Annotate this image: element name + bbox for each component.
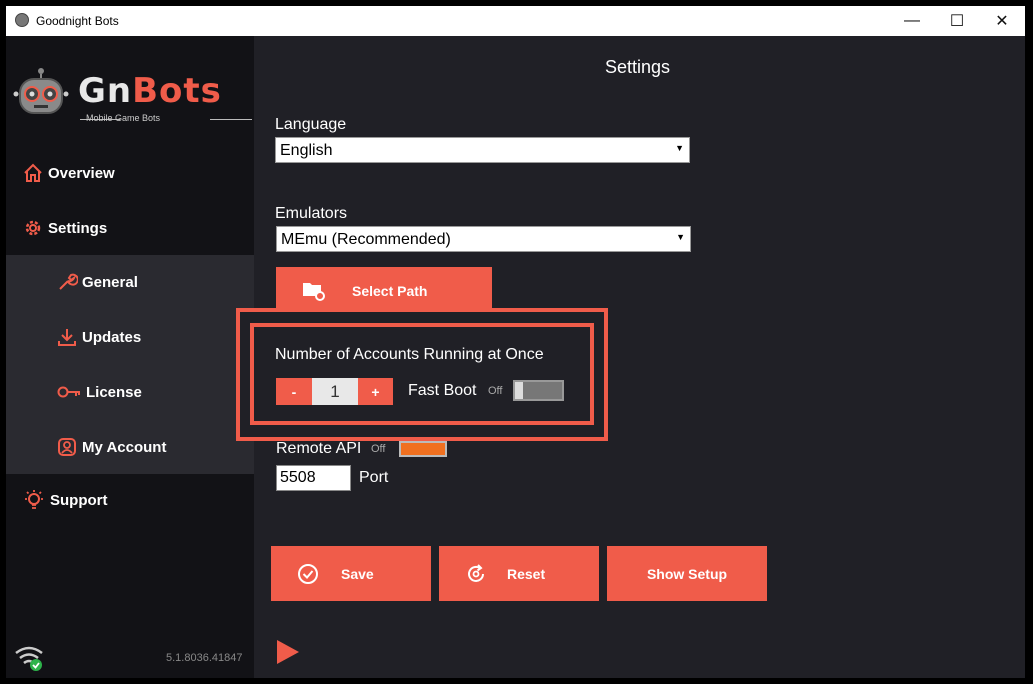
window-title: Goodnight Bots [36, 14, 119, 28]
gear-icon [25, 220, 41, 236]
save-label: Save [341, 565, 374, 582]
robot-logo-icon [13, 68, 69, 114]
port-input[interactable]: 5508 [276, 465, 351, 491]
nav-overview-label: Overview [48, 164, 115, 182]
home-icon [24, 163, 42, 182]
show-setup-button[interactable]: Show Setup [607, 546, 767, 601]
tagline-divider-right [210, 119, 252, 120]
language-select[interactable]: English ▼ [275, 137, 690, 163]
title-bar: Goodnight Bots — ☐ ✕ [6, 6, 1025, 36]
chevron-down-icon: ▼ [676, 232, 685, 242]
brand-name: GnBots [78, 71, 222, 111]
lightbulb-icon [25, 490, 43, 509]
accounts-increment-button[interactable]: + [358, 378, 393, 405]
folder-gear-icon [303, 283, 325, 301]
fast-boot-state: Off [488, 385, 503, 397]
minimize-button[interactable]: — [889, 6, 935, 36]
nav-license[interactable]: License [56, 381, 142, 403]
page-title: Settings [605, 57, 671, 77]
wifi-icon [15, 646, 43, 671]
remote-api-label: Remote API [276, 440, 362, 457]
reset-icon [468, 563, 484, 582]
nav-support[interactable]: Support [22, 488, 108, 512]
key-icon [57, 386, 80, 398]
emulator-select[interactable]: MEmu (Recommended) ▼ [276, 226, 691, 252]
nav-license-label: License [86, 383, 142, 401]
language-select-value: English [280, 142, 333, 159]
emulator-select-value: MEmu (Recommended) [281, 231, 451, 248]
remote-api-state: Off [371, 443, 386, 455]
version-label: 5.1.8036.41847 [166, 652, 243, 664]
maximize-button[interactable]: ☐ [934, 6, 980, 36]
nav-updates[interactable]: Updates [56, 326, 141, 348]
save-button[interactable]: Save [271, 546, 431, 601]
fast-boot-toggle[interactable] [513, 380, 564, 401]
app-icon [15, 13, 29, 27]
accounts-label: Number of Accounts Running at Once [275, 346, 544, 363]
nav-updates-label: Updates [82, 328, 142, 346]
emulators-label: Emulators [275, 205, 348, 222]
nav-general[interactable]: General [56, 271, 138, 293]
nav-settings-label: Settings [48, 219, 108, 237]
toggle-knob [515, 382, 523, 399]
fast-boot-label: Fast Boot [408, 382, 477, 399]
nav-overview[interactable]: Overview [22, 162, 115, 184]
highlight-inner-frame [250, 323, 594, 425]
settings-submenu: General Updates License My Account [6, 255, 254, 474]
tagline: Mobile Game Bots [86, 113, 161, 123]
accounts-count-value[interactable]: 1 [312, 378, 358, 405]
sidebar: GnBots Mobile Game Bots Overview Setting… [6, 36, 254, 678]
check-circle-icon [298, 563, 318, 584]
close-button[interactable]: ✕ [979, 6, 1025, 36]
wrench-icon [59, 273, 78, 290]
remote-api-toggle[interactable] [399, 441, 447, 457]
reset-label: Reset [507, 565, 546, 582]
nav-settings[interactable]: Settings [22, 217, 107, 239]
nav-general-label: General [82, 273, 138, 291]
account-icon [58, 438, 76, 456]
download-icon [58, 329, 76, 346]
select-path-label: Select Path [352, 283, 428, 299]
nav-my-account[interactable]: My Account [56, 436, 166, 458]
show-setup-label: Show Setup [646, 565, 728, 582]
logo: GnBots Mobile Game Bots [10, 61, 256, 156]
accounts-decrement-button[interactable]: - [276, 378, 312, 405]
nav-my-account-label: My Account [82, 438, 167, 456]
reset-button[interactable]: Reset [439, 546, 599, 601]
chevron-down-icon: ▼ [675, 143, 684, 153]
nav-support-label: Support [50, 491, 108, 509]
play-icon[interactable] [277, 640, 299, 664]
language-label: Language [275, 116, 347, 133]
port-label: Port [359, 469, 389, 486]
